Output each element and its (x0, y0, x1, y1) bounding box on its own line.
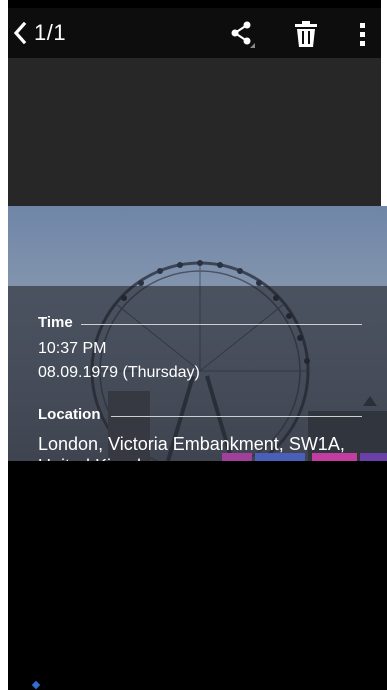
chevron-left-icon (13, 22, 27, 44)
trash-icon (295, 21, 317, 47)
render-artifact (312, 453, 357, 461)
overflow-menu-button[interactable] (351, 20, 375, 50)
date-value: 08.09.1979 (Thursday) (38, 364, 200, 381)
delete-button[interactable] (291, 19, 321, 49)
back-button[interactable]: 1/1 (12, 8, 66, 58)
time-value: 10:37 PM (38, 340, 107, 357)
render-artifact (222, 453, 252, 461)
details-panel: Time 10:37 PM 08.09.1979 (Thursday) Loca… (8, 286, 387, 461)
action-bar: 1/1 (8, 8, 381, 58)
photo-background-top (8, 58, 381, 206)
location-label: Location (38, 406, 101, 423)
time-divider (81, 324, 362, 325)
more-vertical-icon (360, 23, 365, 46)
left-border (0, 0, 8, 690)
photo-background-bottom (8, 461, 387, 690)
photo-viewer-screen: 1/1 Time 10:37 PM 08.09.1979 (Thursday) … (0, 0, 387, 690)
render-artifact (360, 453, 387, 461)
render-artifact (255, 453, 305, 461)
share-button[interactable] (230, 20, 260, 50)
share-icon (231, 21, 255, 48)
time-label: Time (38, 314, 73, 331)
location-divider (111, 416, 362, 417)
photo-counter: 1/1 (34, 20, 67, 45)
